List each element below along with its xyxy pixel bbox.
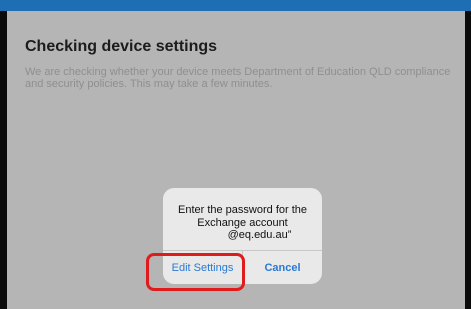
- edit-settings-button[interactable]: Edit Settings: [163, 251, 242, 284]
- page-title: Checking device settings: [25, 38, 218, 55]
- dialog-message-line2: Exchange account: [197, 216, 288, 229]
- dialog-message-line1: Enter the password for the: [177, 204, 307, 216]
- dialog-account-email: @eq.edu.au”: [227, 229, 292, 241]
- dialog-message: Enter the password for the Exchange acco…: [163, 204, 322, 242]
- cancel-button[interactable]: Cancel: [243, 251, 322, 284]
- top-bar: [0, 0, 471, 11]
- password-alert-dialog: Enter the password for the Exchange acco…: [163, 188, 322, 284]
- page-description: We are checking whether your device meet…: [25, 66, 451, 90]
